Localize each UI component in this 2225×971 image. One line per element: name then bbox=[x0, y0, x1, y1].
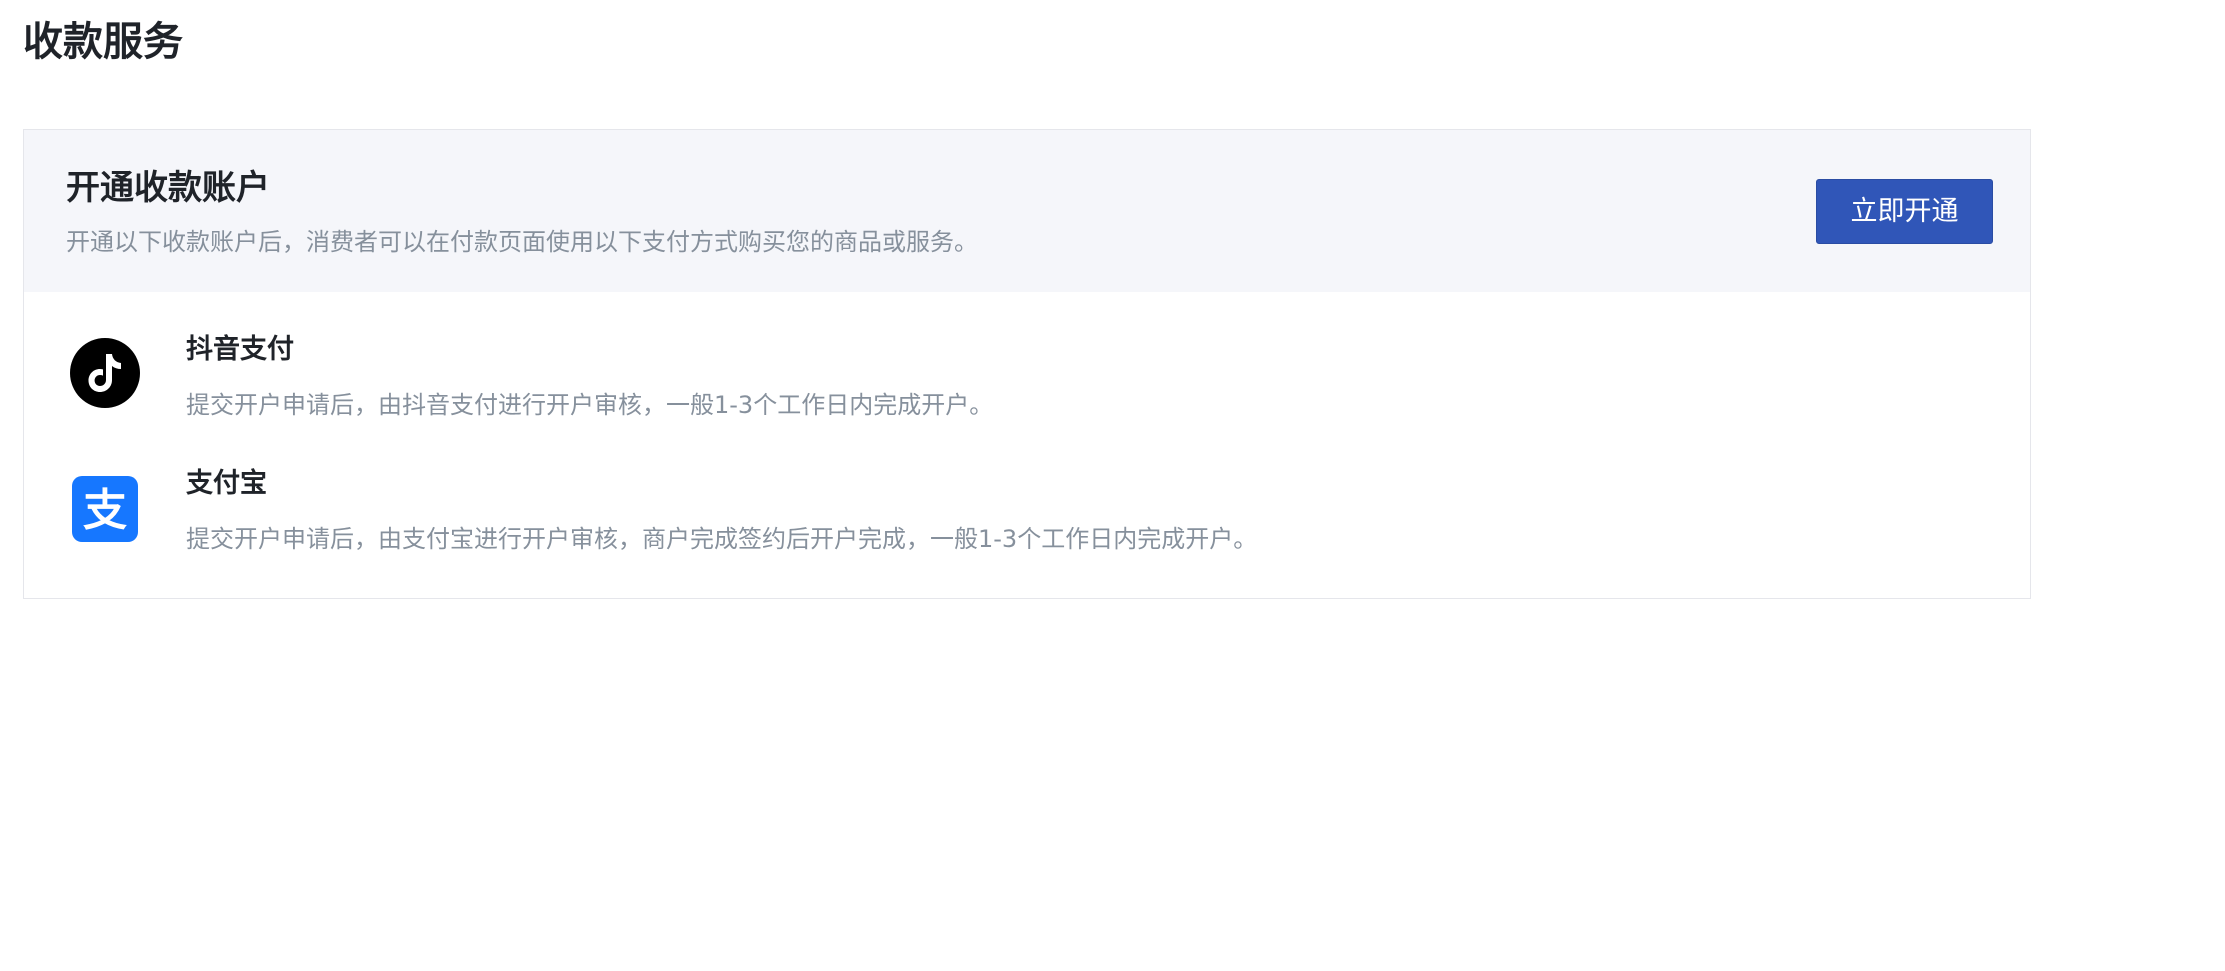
payment-account-card: 开通收款账户 开通以下收款账户后，消费者可以在付款页面使用以下支付方式购买您的商… bbox=[23, 129, 2031, 599]
card-header: 开通收款账户 开通以下收款账户后，消费者可以在付款页面使用以下支付方式购买您的商… bbox=[24, 130, 2030, 292]
payment-method-alipay: 支 支付宝 提交开户申请后，由支付宝进行开户审核，商户完成签约后开户完成，一般1… bbox=[24, 427, 2030, 553]
payment-method-douyin: 抖音支付 提交开户申请后，由抖音支付进行开户审核，一般1-3个工作日内完成开户。 bbox=[24, 292, 2030, 419]
card-description: 开通以下收款账户后，消费者可以在付款页面使用以下支付方式购买您的商品或服务。 bbox=[66, 228, 978, 256]
method-description: 提交开户申请后，由抖音支付进行开户审核，一般1-3个工作日内完成开户。 bbox=[186, 391, 994, 419]
card-title: 开通收款账户 bbox=[66, 168, 270, 208]
method-name: 抖音支付 bbox=[186, 334, 294, 365]
douyin-icon bbox=[70, 338, 140, 408]
open-now-button[interactable]: 立即开通 bbox=[1816, 179, 1993, 244]
svg-text:支: 支 bbox=[83, 485, 127, 536]
page-title: 收款服务 bbox=[23, 19, 183, 65]
alipay-icon: 支 bbox=[70, 474, 140, 544]
method-description: 提交开户申请后，由支付宝进行开户审核，商户完成签约后开户完成，一般1-3个工作日… bbox=[186, 525, 1258, 553]
method-name: 支付宝 bbox=[186, 468, 267, 499]
